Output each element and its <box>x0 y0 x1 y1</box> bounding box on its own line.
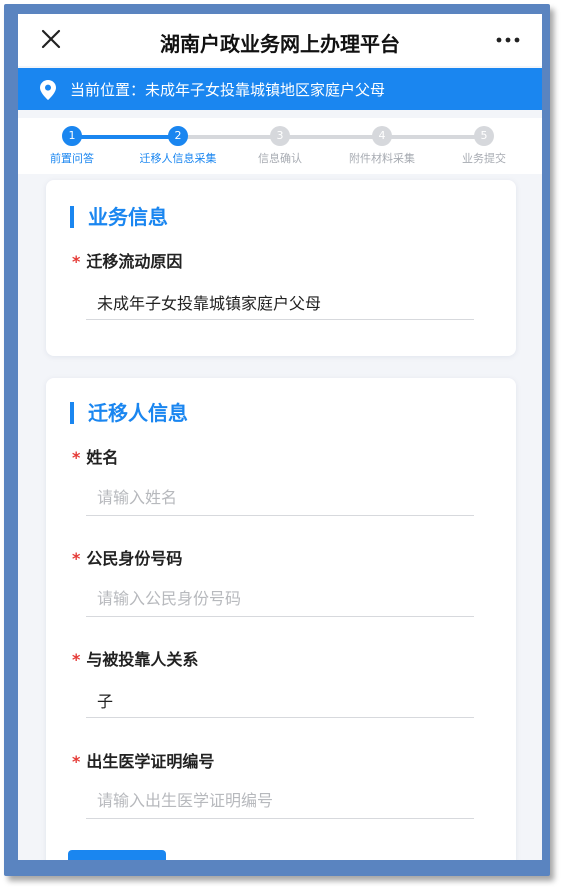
location-path: 未成年子女投靠城镇地区家庭户父母 <box>145 81 386 99</box>
step-2-number: 2 <box>168 126 188 146</box>
device-frame: 湖南户政业务网上办理平台 当前位置：未成年子女投靠城镇地区家庭户父母 1 前置问… <box>4 4 550 876</box>
step-4[interactable]: 4 附件材料采集 <box>332 118 432 166</box>
step-2[interactable]: 2 迁移人信息采集 <box>128 118 228 166</box>
id-number-input[interactable] <box>86 581 474 617</box>
location-prefix: 当前位置： <box>70 81 146 99</box>
step-3[interactable]: 3 信息确认 <box>230 118 330 166</box>
relation-field[interactable] <box>86 682 474 718</box>
birth-cert-input[interactable] <box>86 783 474 819</box>
mover-info-title: 迁移人信息 <box>70 402 188 424</box>
birth-cert-label: * 出生医学证明编号 <box>72 752 215 771</box>
required-mark: * <box>72 752 81 771</box>
required-mark: * <box>72 252 81 271</box>
step-4-label: 附件材料采集 <box>349 152 415 165</box>
app-screen: 湖南户政业务网上办理平台 当前位置：未成年子女投靠城镇地区家庭户父母 1 前置问… <box>18 14 542 860</box>
more-icon[interactable] <box>496 36 520 44</box>
id-number-label: * 公民身份号码 <box>72 549 183 568</box>
step-1[interactable]: 1 前置问答 <box>22 118 122 166</box>
location-bar: 当前位置：未成年子女投靠城镇地区家庭户父母 <box>18 68 542 110</box>
step-1-number: 1 <box>62 126 82 146</box>
step-3-label: 信息确认 <box>258 152 302 165</box>
step-5-number: 5 <box>474 126 494 146</box>
required-mark: * <box>72 650 81 669</box>
step-5[interactable]: 5 业务提交 <box>434 118 534 166</box>
required-mark: * <box>72 448 81 467</box>
step-3-number: 3 <box>270 126 290 146</box>
progress-stepper: 1 前置问答 2 迁移人信息采集 3 信息确认 4 附件材料采集 5 业务提交 <box>18 118 542 174</box>
location-pin-icon <box>40 80 56 100</box>
mover-info-card: 迁移人信息 *姓名 *公民身份号码 *与被投靠人关系 *出生医学证明编号 <box>46 378 516 860</box>
reason-field[interactable] <box>86 284 474 320</box>
relation-label: * 与被投靠人关系 <box>72 650 199 669</box>
step-1-label: 前置问答 <box>50 152 94 165</box>
required-mark: * <box>72 549 81 568</box>
title-bar: 湖南户政业务网上办理平台 <box>18 14 542 66</box>
page-title: 湖南户政业务网上办理平台 <box>160 32 400 56</box>
step-2-label: 迁移人信息采集 <box>139 152 217 165</box>
name-input[interactable] <box>86 480 474 516</box>
step-5-label: 业务提交 <box>462 152 506 165</box>
name-label: * 姓名 <box>72 448 119 467</box>
business-info-card: 业务信息 * 迁移流动原因 <box>46 180 516 356</box>
business-info-title: 业务信息 <box>70 206 168 228</box>
next-button[interactable] <box>68 850 166 860</box>
reason-label: * 迁移流动原因 <box>72 252 183 271</box>
step-4-number: 4 <box>372 126 392 146</box>
location-text: 当前位置：未成年子女投靠城镇地区家庭户父母 <box>70 79 385 100</box>
